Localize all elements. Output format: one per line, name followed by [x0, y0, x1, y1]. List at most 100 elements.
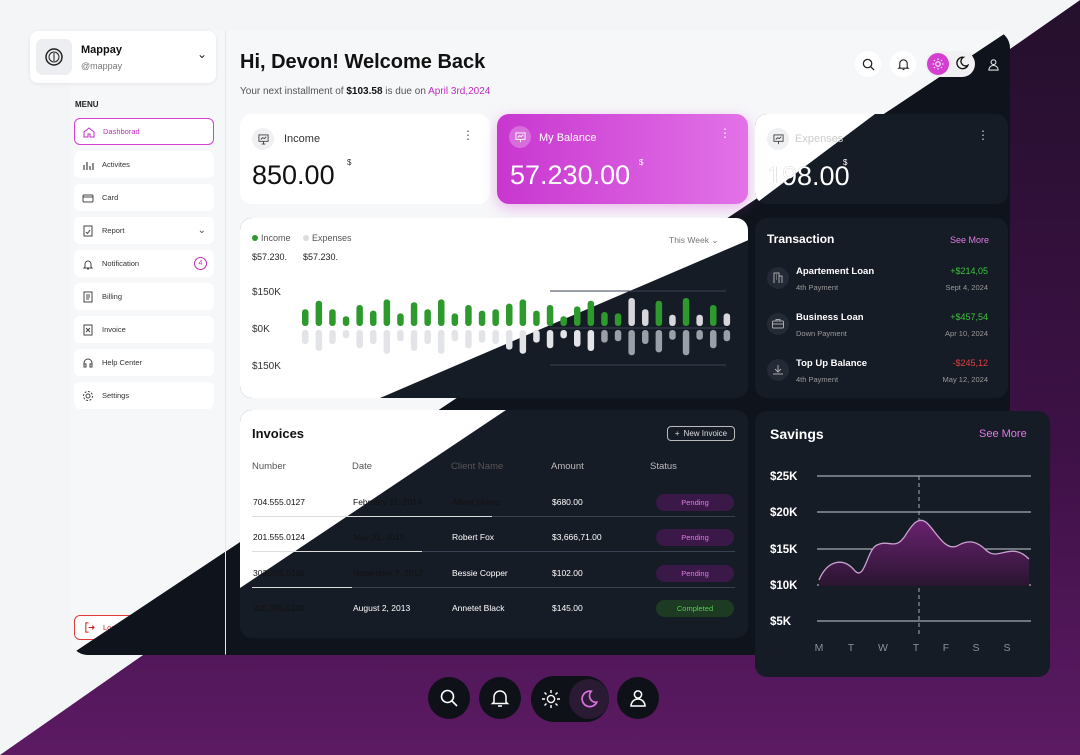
- expense-bar: [560, 330, 567, 339]
- column-header: Number: [252, 461, 286, 472]
- bottom-moon-icon[interactable]: [569, 679, 609, 719]
- transaction-item[interactable]: Top Up Balance 4th Payment -$245,12 May 12,…: [755, 354, 1008, 394]
- billing-icon: [82, 291, 94, 303]
- transaction-item[interactable]: Apartement Loan 4th Payment +$214,05 Sept 4…: [755, 262, 1008, 302]
- table-row[interactable]: 201.555.0124 May 31, 2015 Robert Fox $3,666…: [240, 518, 748, 552]
- transaction-name: Top Up Balance: [796, 358, 868, 369]
- expenses-icon: [767, 128, 789, 150]
- transaction-date: Apr 10, 2024: [945, 329, 988, 338]
- status-badge: Pending: [656, 529, 734, 546]
- transaction-sub: 4th Payment: [796, 375, 839, 384]
- expense-bar: [655, 330, 663, 353]
- profile-button[interactable]: [980, 51, 1006, 77]
- status-badge: Completed: [656, 600, 734, 617]
- expense-bar: [370, 330, 377, 344]
- bottom-search-button[interactable]: [428, 677, 470, 719]
- balance-icon: [509, 126, 531, 148]
- savings-xtick: W: [878, 642, 888, 654]
- expenses-menu-icon[interactable]: ⋮: [977, 128, 989, 142]
- cell-client: Robert Fox: [452, 532, 495, 542]
- transaction-item[interactable]: Business Loan Down Payment +$457,54 Apr 10,…: [755, 308, 1008, 348]
- table-row[interactable]: 205.555.0100 August 2, 2013 Annetet Black $…: [240, 589, 748, 623]
- moon-icon[interactable]: [953, 55, 970, 76]
- expense-bar: [410, 330, 418, 351]
- income-bar: [546, 305, 554, 326]
- notification-button[interactable]: [890, 51, 916, 77]
- transaction-name: Business Loan: [796, 312, 864, 323]
- bottom-profile-button[interactable]: [617, 677, 659, 719]
- bell-icon: [82, 258, 94, 270]
- sidebar-item-label: Activites: [102, 160, 130, 169]
- profile-handle: @mappay: [81, 61, 123, 71]
- card-icon: [82, 192, 94, 204]
- expense-bar: [519, 330, 527, 354]
- bottom-sun-icon[interactable]: [541, 689, 561, 714]
- sun-icon[interactable]: [927, 53, 949, 75]
- bottom-bell-button[interactable]: [479, 677, 521, 719]
- sidebar-item-notification[interactable]: Notification 4: [74, 250, 214, 277]
- sidebar-item-billing[interactable]: Billing: [74, 283, 214, 310]
- income-bar: [492, 309, 499, 326]
- savings-ytick: $25K: [770, 471, 798, 483]
- chevron-down-icon[interactable]: ⌄: [198, 225, 206, 236]
- sidebar-item-report[interactable]: Report ⌄: [74, 217, 214, 244]
- expense-bar: [614, 330, 622, 342]
- sidebar-item-invoice[interactable]: Invoice: [74, 316, 214, 343]
- sidebar-item-activites[interactable]: Activites: [74, 151, 214, 178]
- bottom-theme-toggle[interactable]: [531, 676, 609, 722]
- transaction-amount: +$457,54: [950, 312, 988, 322]
- sidebar-item-label: Help Center: [102, 358, 143, 367]
- income-bar: [587, 300, 595, 326]
- column-header: Status: [650, 461, 677, 472]
- expense-bar: [723, 330, 731, 342]
- sidebar-item-card[interactable]: Card: [74, 184, 214, 211]
- ytick-top: $150K: [252, 287, 281, 298]
- income-bar: [642, 309, 649, 326]
- coin-icon: [45, 48, 63, 66]
- income-bar: [465, 305, 472, 326]
- row-divider: [252, 516, 735, 517]
- search-button[interactable]: [855, 51, 881, 77]
- transaction-sub: 4th Payment: [796, 283, 839, 292]
- savings-xtick: M: [815, 642, 824, 654]
- transaction-see-more[interactable]: See More: [950, 235, 989, 245]
- income-bar: [682, 298, 690, 326]
- income-bar: [478, 310, 486, 326]
- income-bar: [342, 316, 350, 326]
- income-bar: [410, 302, 418, 326]
- savings-card: Savings See More $25K $20K $15K $10K $5K M T W T…: [755, 411, 1050, 677]
- sidebar-item-settings[interactable]: Settings: [74, 382, 214, 409]
- cell-amount: $102.00: [552, 568, 583, 578]
- table-row[interactable]: 704.555.0127 February 11, 2014 Albert Flor…: [240, 483, 748, 517]
- income-bar: [302, 309, 309, 326]
- cell-amount: $145.00: [552, 603, 583, 613]
- savings-ytick: $20K: [770, 507, 798, 519]
- installment-notice: Your next installment of $103.58 is due …: [240, 86, 491, 97]
- report-icon: [82, 225, 94, 237]
- table-row[interactable]: 303.555.0105 November 7, 2017 Bessie Coppe…: [240, 554, 748, 588]
- income-currency: $: [347, 158, 352, 167]
- income-bar: [424, 309, 431, 326]
- expense-bar: [710, 330, 717, 349]
- profile-card[interactable]: Mappay @mappay ⌄: [30, 31, 216, 83]
- chevron-down-icon[interactable]: ⌄: [197, 47, 207, 61]
- theme-toggle[interactable]: [925, 51, 975, 77]
- expense-bar: [546, 330, 554, 349]
- expense-bar: [315, 330, 323, 351]
- expense-bar: [451, 330, 459, 342]
- sidebar-item-dashborad[interactable]: Dashborad: [74, 118, 214, 145]
- sidebar-item-help-center[interactable]: Help Center: [74, 349, 214, 376]
- income-bar: [655, 300, 663, 326]
- logout-icon: [83, 622, 95, 634]
- income-bar: [574, 306, 581, 326]
- new-invoice-button[interactable]: + New Invoice: [667, 426, 735, 441]
- balance-menu-icon[interactable]: ⋮: [719, 126, 731, 140]
- page-title: Hi, Devon! Welcome Back: [240, 51, 486, 73]
- income-menu-icon[interactable]: ⋮: [462, 128, 474, 142]
- income-bar: [710, 305, 717, 326]
- expense-bar: [465, 330, 472, 349]
- row-divider: [252, 587, 735, 588]
- savings-xtick: S: [972, 642, 979, 654]
- expense-bar: [506, 330, 513, 350]
- status-badge: Pending: [656, 565, 734, 582]
